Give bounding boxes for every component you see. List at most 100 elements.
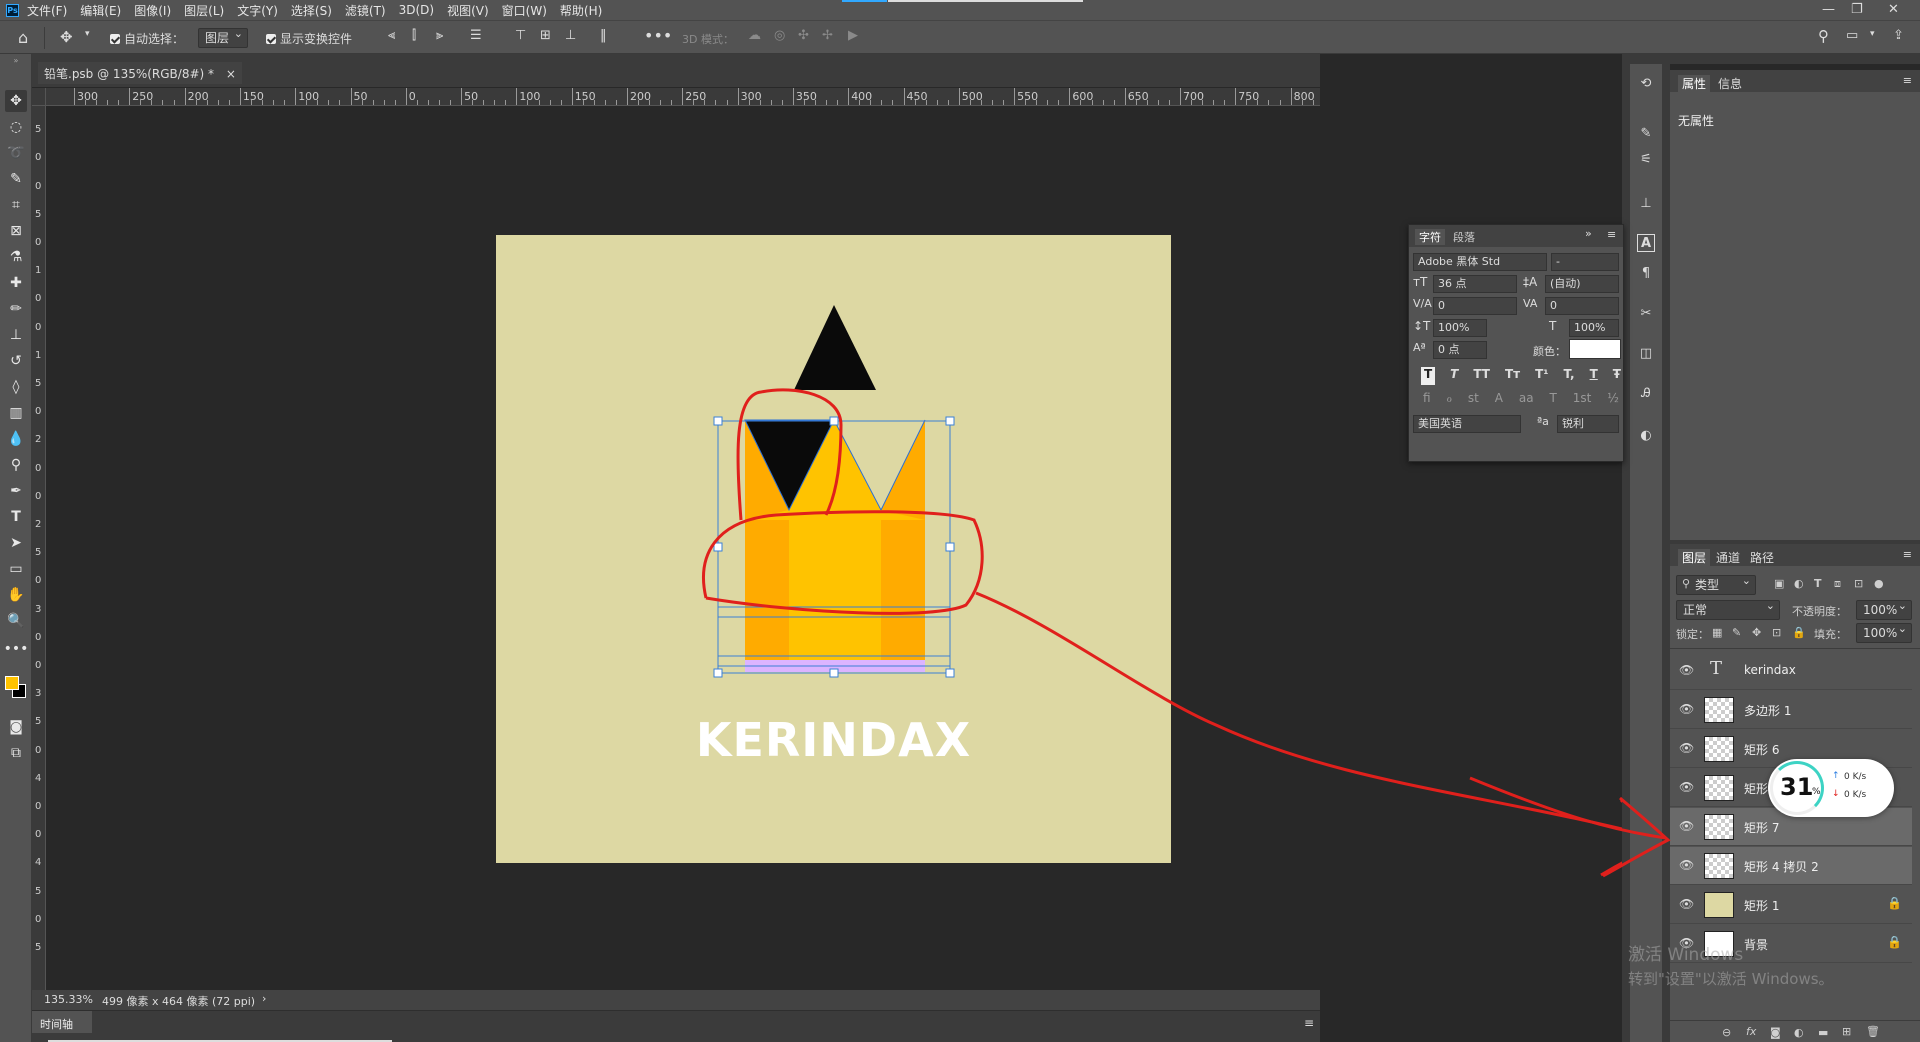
superscript-button[interactable]: T¹ <box>1535 367 1548 385</box>
foreground-color-swatch[interactable] <box>5 676 19 690</box>
baseline-shift-input[interactable]: 0 点 <box>1433 341 1487 359</box>
tab-layers[interactable]: 图层 <box>1678 549 1711 566</box>
tracking-input[interactable]: 0 <box>1545 297 1619 315</box>
distribute-v-icon[interactable]: ‖ <box>600 28 607 43</box>
ruler-origin[interactable] <box>32 88 46 106</box>
layer-row[interactable]: 👁 多边形 1 <box>1670 691 1912 729</box>
filter-adjustment-icon[interactable]: ◐ <box>1794 577 1804 590</box>
type-tool-icon[interactable]: T <box>5 506 27 528</box>
filter-shape-icon[interactable]: ⧈ <box>1834 577 1841 591</box>
document-canvas[interactable]: KERINDAX <box>496 235 1675 877</box>
align-vcenter-icon[interactable]: ⊞ <box>540 28 551 43</box>
menu-file[interactable]: 文件(F) <box>27 2 67 19</box>
filter-smart-object-icon[interactable]: ⊡ <box>1854 577 1863 590</box>
rectangle-tool-icon[interactable]: ▭ <box>5 558 27 580</box>
minimize-button[interactable]: — <box>1822 2 1835 17</box>
menu-window[interactable]: 窗口(W) <box>502 2 547 19</box>
menu-image[interactable]: 图像(I) <box>134 2 171 19</box>
3d-camera-icon[interactable]: ▶ <box>848 28 858 43</box>
paragraph-panel-icon[interactable]: ¶ <box>1637 264 1655 282</box>
tab-paths[interactable]: 路径 <box>1750 549 1774 566</box>
eraser-tool-icon[interactable]: ◊ <box>5 376 27 398</box>
small-caps-button[interactable]: Tт <box>1505 367 1520 385</box>
lock-all-icon[interactable]: 🔒 <box>1792 626 1806 639</box>
home-icon[interactable]: ⌂ <box>18 28 28 47</box>
align-bottom-icon[interactable]: ⊥ <box>565 28 576 43</box>
faux-italic-button[interactable]: T <box>1450 367 1458 385</box>
discretionary-ligatures-button[interactable]: st <box>1468 391 1479 409</box>
filter-toggle-icon[interactable]: ● <box>1874 577 1884 590</box>
quick-mask-icon[interactable]: ◙ <box>5 716 27 738</box>
stamp-tool-icon[interactable]: ⊥ <box>5 324 27 346</box>
brush-tool-icon[interactable]: ✏ <box>5 298 27 320</box>
tools-icon[interactable]: ✂ <box>1637 304 1655 322</box>
tab-info[interactable]: 信息 <box>1718 75 1742 92</box>
mask-icon[interactable]: ◙ <box>1770 1026 1781 1039</box>
ligatures-button[interactable]: ﬁ <box>1423 391 1431 409</box>
adjustment-icon[interactable]: ◐ <box>1794 1026 1804 1039</box>
close-window-button[interactable]: ✕ <box>1888 2 1899 17</box>
move-tool-icon[interactable]: ✥ <box>5 90 27 112</box>
visibility-eye-icon[interactable]: 👁 <box>1679 741 1695 755</box>
ordinals-button[interactable]: 1st <box>1573 391 1592 409</box>
menu-view[interactable]: 视图(V) <box>447 2 489 19</box>
zoom-level[interactable]: 135.33% <box>44 993 93 1006</box>
auto-select-dropdown[interactable]: 图层 <box>198 25 248 48</box>
close-tab-icon[interactable]: × <box>226 67 236 81</box>
menu-layer[interactable]: 图层(L) <box>184 2 224 19</box>
character-menu-icon[interactable]: ≡ <box>1607 228 1616 241</box>
kerning-input[interactable]: 0 <box>1433 297 1517 315</box>
properties-menu-icon[interactable]: ≡ <box>1903 74 1912 87</box>
link-icon[interactable]: ⊖ <box>1722 1026 1731 1039</box>
lock-transparent-icon[interactable]: ▦ <box>1712 626 1722 639</box>
strikethrough-button[interactable]: Ŧ <box>1613 367 1621 385</box>
folder-icon[interactable]: ▬ <box>1818 1026 1828 1039</box>
faux-bold-button[interactable]: T <box>1421 367 1436 385</box>
antialias-select[interactable]: 锐利 <box>1557 415 1619 433</box>
stylistic-alternates-button[interactable]: aa <box>1519 391 1534 409</box>
visibility-eye-icon[interactable]: 👁 <box>1679 858 1695 872</box>
3d-orbit-icon[interactable]: ☁ <box>748 28 761 43</box>
3d-roll-icon[interactable]: ◎ <box>774 28 785 43</box>
font-family-select[interactable]: Adobe 黑体 Std <box>1413 253 1547 271</box>
visibility-eye-icon[interactable]: 👁 <box>1679 702 1695 716</box>
trash-icon[interactable]: 🗑 <box>1866 1025 1880 1038</box>
quick-select-tool-icon[interactable]: ✎ <box>5 168 27 190</box>
clone-source-icon[interactable]: ⊥ <box>1637 194 1655 212</box>
lasso-tool-icon[interactable]: ➰ <box>5 142 27 164</box>
show-transform-checkbox[interactable]: 显示变换控件 <box>266 30 352 47</box>
align-left-icon[interactable]: ⫷ <box>388 28 395 43</box>
text-color-swatch[interactable] <box>1569 339 1621 359</box>
healing-tool-icon[interactable]: ✚ <box>5 272 27 294</box>
leading-input[interactable]: (自动) <box>1545 275 1619 293</box>
share-icon[interactable]: ⇪ <box>1893 28 1904 43</box>
font-style-select[interactable]: - <box>1551 253 1619 271</box>
libraries-icon[interactable]: ◫ <box>1637 344 1655 362</box>
align-top-icon[interactable]: ⊤ <box>515 28 526 43</box>
layers-menu-icon[interactable]: ≡ <box>1903 548 1912 561</box>
brush-settings-icon[interactable]: ✎ <box>1637 124 1655 142</box>
visibility-eye-icon[interactable]: 👁 <box>1679 663 1695 677</box>
fill-input[interactable]: 100% <box>1856 620 1912 643</box>
history-icon[interactable]: ⟲ <box>1637 74 1655 92</box>
subscript-button[interactable]: T, <box>1564 367 1575 385</box>
swash-button[interactable]: A <box>1495 391 1503 409</box>
horizontal-scale-input[interactable]: 100% <box>1569 319 1619 337</box>
layer-row[interactable]: 👁 T kerindax <box>1670 652 1912 690</box>
font-size-input[interactable]: 36 点 <box>1433 275 1517 293</box>
network-speed-widget[interactable]: 31 % ↑ 0 K/s ↓ 0 K/s <box>1768 759 1894 817</box>
align-hcenter-icon[interactable]: ⫿ <box>412 28 416 43</box>
visibility-eye-icon[interactable]: 👁 <box>1679 897 1695 911</box>
more-tools-icon[interactable]: ••• <box>4 638 29 660</box>
alt-ligatures-button[interactable]: ℴ <box>1446 391 1452 409</box>
align-right-icon[interactable]: ⫸ <box>436 28 443 43</box>
lock-position-icon[interactable]: ✥ <box>1752 626 1761 639</box>
language-select[interactable]: 美国英语 <box>1413 415 1521 433</box>
gradient-tool-icon[interactable]: ▥ <box>5 402 27 424</box>
3d-slide-icon[interactable]: ✢ <box>822 28 833 43</box>
move-tool-icon[interactable]: ✥ <box>60 28 73 46</box>
dodge-tool-icon[interactable]: ⚲ <box>5 454 27 476</box>
marquee-tool-icon[interactable]: ◌ <box>5 116 27 138</box>
menu-filter[interactable]: 滤镜(T) <box>345 2 386 19</box>
hand-tool-icon[interactable]: ✋ <box>5 584 27 606</box>
